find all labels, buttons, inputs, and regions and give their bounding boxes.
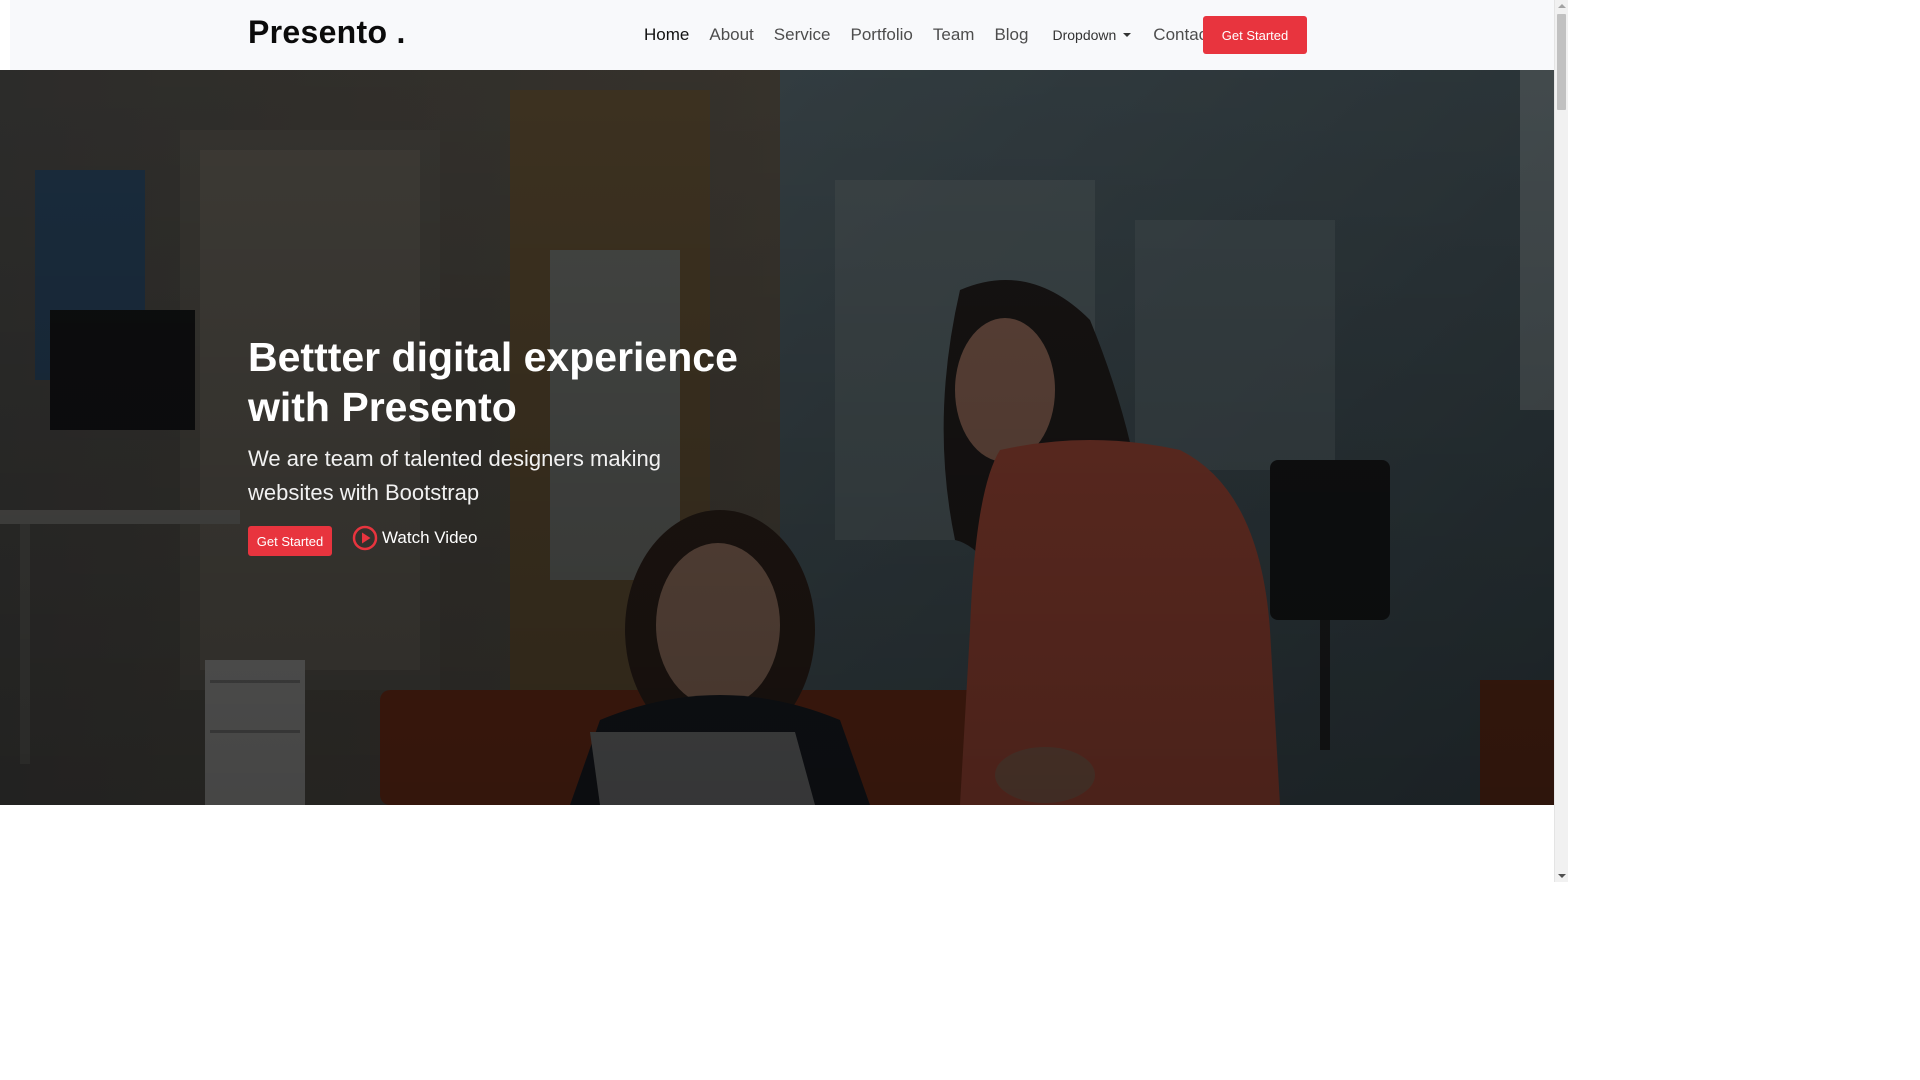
watch-video-label: Watch Video	[382, 528, 478, 547]
hero-content: Bettter digital experience with Presento…	[248, 332, 808, 556]
page-scrollbar[interactable]	[1554, 0, 1568, 882]
play-circle-icon	[352, 525, 378, 551]
site-header: Presento . Home About Service Portfolio …	[10, 0, 1554, 70]
nav-item-blog[interactable]: Blog	[994, 25, 1028, 45]
hero-actions: Get Started Watch Video	[248, 520, 808, 556]
nav-item-team[interactable]: Team	[933, 25, 975, 45]
hero-subtitle: We are team of talented designers making…	[248, 446, 661, 505]
nav-item-about[interactable]: About	[709, 25, 753, 45]
scroll-thumb[interactable]	[1557, 14, 1566, 110]
watch-video-link[interactable]: Watch Video	[352, 525, 477, 551]
main-nav: Home About Service Portfolio Team Blog D…	[644, 0, 1232, 70]
scroll-up-arrow-icon[interactable]	[1558, 4, 1566, 8]
scroll-down-arrow-icon[interactable]	[1558, 874, 1566, 878]
header-get-started-button[interactable]: Get Started	[1203, 16, 1307, 54]
caret-down-icon	[1123, 33, 1132, 37]
hero-title-line-2: with Presento	[248, 384, 517, 430]
hero-get-started-button[interactable]: Get Started	[248, 526, 332, 556]
nav-item-home[interactable]: Home	[644, 25, 689, 45]
nav-dropdown-label: Dropdown	[1052, 27, 1117, 43]
brand-logo[interactable]: Presento .	[248, 14, 406, 51]
nav-dropdown[interactable]: Dropdown	[1052, 27, 1132, 43]
nav-item-portfolio[interactable]: Portfolio	[850, 25, 912, 45]
nav-item-service[interactable]: Service	[774, 25, 831, 45]
hero-section: Bettter digital experience with Presento…	[0, 70, 1554, 805]
hero-title-line-1: Bettter digital experience	[248, 334, 738, 380]
page: Presento . Home About Service Portfolio …	[0, 0, 1568, 882]
hero-title: Bettter digital experience with Presento	[248, 332, 808, 432]
